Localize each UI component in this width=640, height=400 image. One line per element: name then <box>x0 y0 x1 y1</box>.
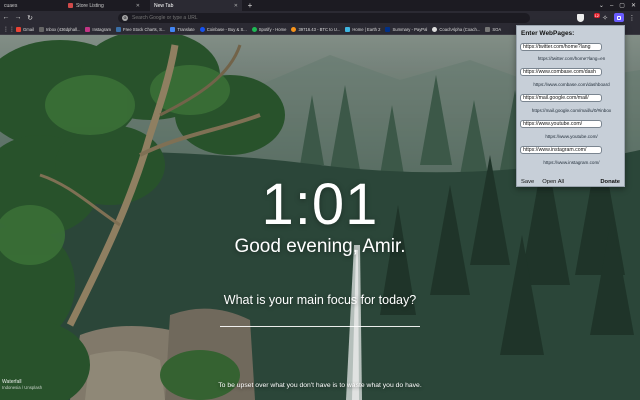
bookmark-label: Home | Earth 2 <box>352 26 381 32</box>
bookmark-label: CoachAlpha (Coach... <box>439 26 481 32</box>
window-controls: ⌄ – ▢ ✕ <box>599 0 636 11</box>
minimize-icon[interactable]: – <box>610 3 613 9</box>
tab-2[interactable]: Store Listing ✕ <box>64 0 144 11</box>
new-tab-button[interactable]: + <box>245 0 255 11</box>
address-bar[interactable]: G <box>118 12 530 23</box>
page-icon <box>38 26 44 32</box>
bookmark-item[interactable]: Instagram <box>85 26 112 32</box>
chevron-down-icon[interactable]: ⌄ <box>599 2 604 9</box>
reload-icon[interactable]: ↻ <box>24 14 36 22</box>
webpages-extension-icon[interactable] <box>614 13 624 22</box>
bookmark-item[interactable]: Home | Earth 2 <box>345 26 381 32</box>
popup-actions: Save Open All <box>521 179 564 185</box>
webpage-input-3[interactable] <box>520 94 602 102</box>
tab-3[interactable]: New Tab ✕ <box>150 0 242 11</box>
bookmark-item[interactable]: 39716.43 - BTC to U... <box>291 26 341 32</box>
brave-shield-icon[interactable] <box>577 13 584 22</box>
open-all-button[interactable]: Open All <box>542 179 564 185</box>
coinbase-icon <box>199 26 205 32</box>
badge-count: 12 <box>593 12 600 18</box>
instagram-icon <box>85 26 91 32</box>
bookmark-item[interactable]: Summary - PayPal <box>385 26 428 32</box>
photo-credit[interactable]: Waterfall Indonesia / Unsplash <box>2 379 42 391</box>
bookmark-item[interactable]: Translate <box>170 26 195 32</box>
bookmark-label: Spotify - Home <box>258 26 287 32</box>
menu-icon[interactable]: ⋮ <box>628 14 636 22</box>
close-window-icon[interactable]: ✕ <box>631 2 636 9</box>
bookmark-label: Gmail <box>23 26 34 32</box>
bookmark-item[interactable]: CoachAlpha (Coach... <box>432 26 481 32</box>
greeting: Good evening, Amir. <box>234 236 406 257</box>
close-icon[interactable]: ✕ <box>136 3 140 9</box>
bookmark-label: 39716.43 - BTC to U... <box>298 26 341 32</box>
toolbar: ← → ↻ G 12 ✧ ⋮ <box>0 11 640 38</box>
photo-author: Indonesia / Unsplash <box>2 385 43 390</box>
maximize-icon[interactable]: ▢ <box>619 2 625 9</box>
translate-icon <box>170 26 176 32</box>
saved-url-3: https://mail.google.com/mail/u/0/#inbox <box>531 108 612 113</box>
back-icon[interactable]: ← <box>0 14 12 21</box>
daily-quote: To be upset over what you don't have is … <box>218 382 422 389</box>
chart-icon <box>116 26 122 32</box>
bookmark-label: Instagram <box>92 26 112 32</box>
bookmark-item[interactable]: Gmail <box>16 26 34 32</box>
webpage-input-4[interactable] <box>520 120 602 128</box>
google-icon: G <box>122 14 128 21</box>
forward-icon[interactable]: → <box>12 14 24 21</box>
rewards-icon[interactable]: 12 <box>588 12 600 38</box>
bookmark-label: Translate <box>177 26 195 32</box>
tab-1[interactable]: cuaes <box>0 0 60 11</box>
bookmark-item[interactable]: Coinbase - Buy & S... <box>199 26 247 32</box>
bitcoin-icon <box>291 26 297 32</box>
bookmark-item[interactable]: Inbox (436dphall... <box>38 26 81 32</box>
apps-grid-icon[interactable]: ⋮⋮ <box>3 26 15 33</box>
extensions-area: 12 ✧ ⋮ <box>577 11 640 38</box>
tab-favicon-icon <box>68 3 73 8</box>
gmail-icon <box>16 26 21 32</box>
bookmark-label: Summary - PayPal <box>392 26 428 32</box>
bookmark-item[interactable]: Free Stock Charts, S... <box>116 26 166 32</box>
webpage-input-2[interactable] <box>520 68 602 76</box>
tab-strip: cuaes Store Listing ✕ New Tab ✕ + ⌄ – ▢ … <box>0 0 640 11</box>
github-icon <box>432 26 438 32</box>
tab-label: Store Listing <box>76 2 104 9</box>
popup-title: Enter WebPages: <box>521 30 575 37</box>
tab-label: cuaes <box>4 2 18 9</box>
bookmark-item[interactable]: Spotify - Home <box>251 26 287 32</box>
saved-url-5: https://www.instagram.com/ <box>543 160 600 165</box>
address-input[interactable] <box>132 14 492 21</box>
tab-label: New Tab <box>154 2 174 9</box>
donate-button[interactable]: Donate <box>600 179 620 185</box>
page-icon <box>485 26 491 32</box>
close-icon[interactable]: ✕ <box>234 3 238 9</box>
webpage-input-5[interactable] <box>520 146 602 154</box>
focus-question: What is your main focus for today? <box>223 293 417 307</box>
paypal-icon <box>385 26 391 32</box>
save-button[interactable]: Save <box>521 179 534 185</box>
bookmark-label: SOA <box>492 26 502 32</box>
earth-icon <box>345 26 351 32</box>
webpages-extension-popup: Enter WebPages: https://twitter.com/home… <box>516 25 625 187</box>
bookmark-label: Inbox (436dphall... <box>45 26 81 32</box>
extensions-puzzle-icon[interactable]: ✧ <box>600 14 610 22</box>
webpage-input-1[interactable] <box>520 43 602 51</box>
bookmark-label: Coinbase - Buy & S... <box>206 26 247 32</box>
saved-url-2: https://www.combase.com/dashboard <box>533 82 610 87</box>
bookmark-item[interactable]: SOA <box>485 26 502 32</box>
focus-input[interactable] <box>220 311 420 327</box>
spotify-icon <box>251 26 257 32</box>
saved-url-1: https://twitter.com/home?lang=en <box>537 56 606 61</box>
bookmark-label: Free Stock Charts, S... <box>123 26 166 32</box>
saved-url-4: https://www.youtube.com/ <box>545 134 598 139</box>
